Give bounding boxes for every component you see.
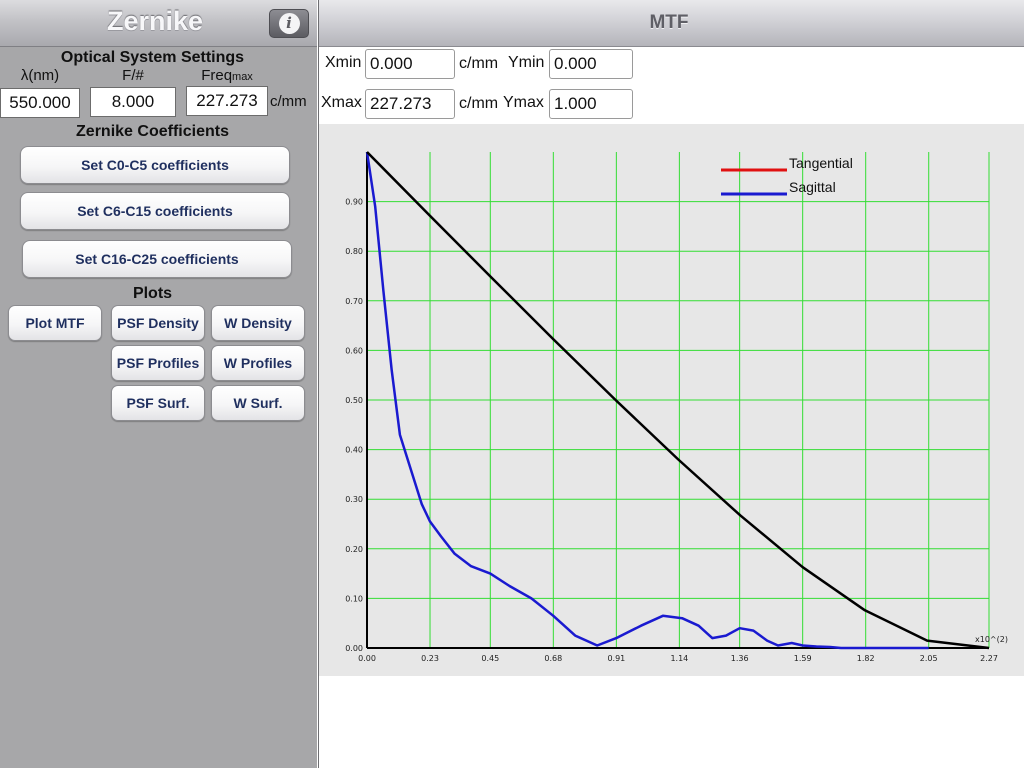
x-tick-label: 0.45 bbox=[481, 654, 499, 663]
info-button[interactable]: i bbox=[269, 9, 309, 38]
y-tick-label: 0.70 bbox=[345, 297, 363, 306]
y-tick-label: 0.20 bbox=[345, 545, 363, 554]
x-tick-label: 1.36 bbox=[731, 654, 749, 663]
fnumber-label: F/# bbox=[122, 67, 144, 84]
y-tick-label: 0.90 bbox=[345, 198, 363, 207]
ymin-label: Ymin bbox=[508, 54, 545, 71]
info-icon: i bbox=[278, 13, 300, 34]
x-tick-label: 1.59 bbox=[794, 654, 812, 663]
freq-label-text: Freq bbox=[201, 67, 233, 84]
y-tick-label: 0.40 bbox=[345, 446, 363, 455]
set-c0-c5-button[interactable]: Set C0-C5 coefficients bbox=[20, 146, 290, 184]
plot-mtf-button[interactable]: Plot MTF bbox=[8, 305, 102, 341]
x-tick-label: 2.05 bbox=[920, 654, 938, 663]
settings-header: Zernike i bbox=[0, 0, 317, 47]
xmin-unit: c/mm bbox=[459, 55, 499, 72]
x-tick-label: 1.14 bbox=[670, 654, 688, 663]
x-tick-label: 0.00 bbox=[358, 654, 376, 663]
set-c16-c25-button[interactable]: Set C16-C25 coefficients bbox=[22, 240, 292, 278]
plots-heading: Plots bbox=[132, 285, 173, 302]
wavelength-input[interactable] bbox=[0, 88, 80, 118]
legend-label-sagittal: Sagittal bbox=[789, 179, 836, 195]
y-tick-label: 0.00 bbox=[345, 644, 363, 653]
fnumber-input[interactable] bbox=[90, 87, 176, 117]
x-multiplier-label: x10^(2) bbox=[975, 635, 1008, 644]
legend-label-tangential: Tangential bbox=[789, 155, 853, 171]
xmin-input[interactable] bbox=[365, 49, 455, 79]
xmax-unit: c/mm bbox=[459, 95, 499, 112]
y-tick-label: 0.60 bbox=[345, 346, 363, 355]
w-profiles-button[interactable]: W Profiles bbox=[211, 345, 305, 381]
w-surf-button[interactable]: W Surf. bbox=[211, 385, 305, 421]
set-c6-c15-button[interactable]: Set C6-C15 coefficients bbox=[20, 192, 290, 230]
freq-label-subscript: max bbox=[232, 71, 253, 83]
settings-panel: Zernike i Optical System Settings λ(nm) … bbox=[0, 0, 317, 768]
y-tick-label: 0.10 bbox=[345, 594, 363, 603]
wavelength-label: λ(nm) bbox=[20, 67, 60, 84]
psf-density-button[interactable]: PSF Density bbox=[111, 305, 205, 341]
freq-max-input[interactable] bbox=[186, 86, 268, 116]
freq-unit-label: c/mm bbox=[270, 93, 307, 110]
xmin-label: Xmin bbox=[325, 54, 362, 71]
mtf-chart: 0.00 0.23 0.45 0.68 0.91 1.14 1.36 1.59 1.82 2.05… bbox=[319, 124, 1024, 676]
psf-surf-button[interactable]: PSF Surf. bbox=[111, 385, 205, 421]
y-tick-label: 0.30 bbox=[345, 495, 363, 504]
x-tick-label: 0.91 bbox=[607, 654, 625, 663]
x-tick-label: 0.23 bbox=[421, 654, 439, 663]
x-tick-label: 2.27 bbox=[980, 654, 998, 663]
xmax-input[interactable] bbox=[365, 89, 455, 119]
app-title: Zernike bbox=[106, 6, 204, 36]
mtf-chart-svg: 0.00 0.23 0.45 0.68 0.91 1.14 1.36 1.59 1.82 2.05… bbox=[345, 151, 1008, 663]
plot-title: MTF bbox=[649, 12, 689, 33]
x-tick-label: 0.68 bbox=[544, 654, 562, 663]
psf-profiles-button[interactable]: PSF Profiles bbox=[111, 345, 205, 381]
y-tick-label: 0.80 bbox=[345, 247, 363, 256]
optical-settings-heading: Optical System Settings bbox=[60, 49, 245, 66]
y-tick-label: 0.50 bbox=[345, 396, 363, 405]
x-tick-label: 1.82 bbox=[857, 654, 875, 663]
plot-panel: MTF Xmin c/mm Ymin Xmax c/mm Ymax 0.000.… bbox=[318, 0, 1024, 768]
zernike-coefficients-heading: Zernike Coefficients bbox=[76, 123, 229, 140]
xmax-label: Xmax bbox=[321, 94, 362, 111]
ymax-input[interactable] bbox=[549, 89, 633, 119]
plot-header: MTF bbox=[319, 0, 1024, 47]
ymax-label: Ymax bbox=[503, 94, 544, 111]
w-density-button[interactable]: W Density bbox=[211, 305, 305, 341]
freq-max-label: Freqmax bbox=[186, 67, 268, 84]
ymin-input[interactable] bbox=[549, 49, 633, 79]
